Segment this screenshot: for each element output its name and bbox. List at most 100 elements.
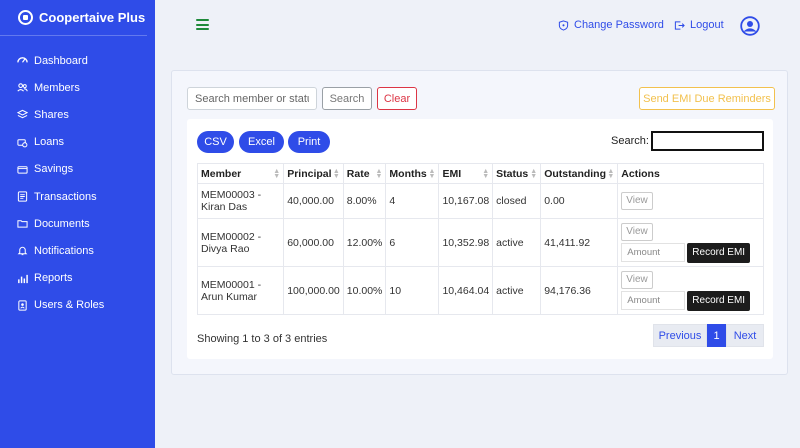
sidebar-item-members[interactable]: Members (0, 74, 155, 101)
column-header-months[interactable]: Months ▲ ▼ (385, 163, 440, 184)
cell-outstanding: 41,411.92 (540, 218, 619, 267)
column-header-rate[interactable]: Rate ▲ ▼ (342, 163, 387, 184)
emi-amount-input[interactable] (621, 243, 686, 262)
sidebar-item-label: Documents (34, 217, 90, 230)
cell-principal: 100,000.00 (283, 266, 344, 315)
view-button[interactable]: View (621, 222, 653, 241)
cell-emi: 10,352.98 (438, 218, 494, 267)
column-header-member[interactable]: Member ▲ ▼ (196, 163, 285, 184)
logout-link[interactable]: Logout (674, 19, 724, 31)
member-status-search-input[interactable] (187, 87, 317, 110)
sidebar-item-label: Savings (34, 163, 74, 176)
sidebar-item-label: Members (34, 81, 80, 94)
sidebar-item-reports[interactable]: Reports (0, 265, 155, 292)
shield-icon (558, 19, 569, 31)
cell-member: MEM00002 - Divya Rao (196, 218, 285, 267)
column-header-outstanding[interactable]: Outstanding ▲ ▼ (540, 163, 619, 184)
brand[interactable]: Coopertaive Plus (0, 0, 147, 36)
reports-icon (17, 273, 28, 284)
cell-rate: 12.00% (342, 218, 387, 267)
transactions-icon (17, 191, 28, 202)
shares-icon (17, 109, 28, 120)
entries-info: Showing 1 to 3 of 3 entries (197, 333, 328, 345)
brand-name: Coopertaive Plus (39, 10, 146, 25)
cell-months: 4 (385, 183, 440, 219)
loans-card: Search Clear Send EMI Due Reminders CSV … (171, 70, 788, 375)
table-row: MEM00003 - Kiran Das 40,000.00 8.00% 4 1… (196, 183, 764, 219)
previous-page-button[interactable]: Previous (653, 324, 707, 347)
sidebar-item-users-roles[interactable]: Users & Roles (0, 292, 155, 319)
column-header-emi[interactable]: EMI ▲ ▼ (438, 163, 494, 184)
page-1-button[interactable]: 1 (707, 324, 726, 347)
bell-icon (17, 245, 28, 256)
next-page-button[interactable]: Next (726, 324, 764, 347)
clear-button[interactable]: Clear (377, 87, 417, 110)
cell-actions: View Record EMI (617, 218, 764, 267)
cell-actions: View (617, 183, 764, 219)
view-button[interactable]: View (621, 270, 653, 289)
sidebar-item-label: Dashboard (34, 54, 88, 67)
documents-icon (17, 218, 28, 229)
sidebar-item-savings[interactable]: Savings (0, 156, 155, 183)
sidebar-item-loans[interactable]: Loans (0, 129, 155, 156)
table-header-row: Member ▲ ▼ Principal ▲ ▼ Rate ▲ ▼ Months ▲ ▼ EMI… (196, 163, 764, 184)
export-excel-button[interactable]: Excel (239, 131, 284, 153)
sidebar-item-label: Reports (34, 272, 73, 285)
dashboard-icon (17, 55, 28, 66)
table-row: MEM00001 - Arun Kumar 100,000.00 10.00% … (196, 266, 764, 315)
cell-member: MEM00001 - Arun Kumar (196, 266, 285, 315)
sidebar: Coopertaive Plus Dashboard Members Share… (0, 0, 155, 448)
print-button[interactable]: Print (288, 131, 330, 153)
table-row: MEM00002 - Divya Rao 60,000.00 12.00% 6 … (196, 218, 764, 267)
cell-outstanding: 94,176.36 (540, 266, 619, 315)
column-header-principal[interactable]: Principal ▲ ▼ (283, 163, 344, 184)
sidebar-item-documents[interactable]: Documents (0, 210, 155, 237)
cell-status: closed (492, 183, 542, 219)
menu-toggle-icon[interactable] (196, 19, 209, 30)
record-emi-button[interactable]: Record EMI (687, 242, 751, 263)
sidebar-item-transactions[interactable]: Transactions (0, 183, 155, 210)
user-avatar-icon[interactable] (740, 16, 760, 36)
cell-principal: 40,000.00 (283, 183, 344, 219)
column-header-actions: Actions (617, 163, 764, 184)
sidebar-item-dashboard[interactable]: Dashboard (0, 47, 155, 74)
cell-rate: 8.00% (342, 183, 387, 219)
sidebar-item-label: Shares (34, 108, 69, 121)
cell-member: MEM00003 - Kiran Das (196, 183, 285, 219)
sidebar-item-label: Users & Roles (34, 299, 105, 312)
sidebar-item-label: Loans (34, 136, 64, 149)
sidebar-item-shares[interactable]: Shares (0, 101, 155, 128)
table-search-input[interactable] (651, 131, 764, 151)
loans-icon (17, 137, 28, 148)
search-button[interactable]: Search (322, 87, 372, 110)
brand-logo-icon (18, 10, 33, 25)
cell-actions: View Record EMI (617, 266, 764, 315)
sidebar-item-label: Transactions (34, 190, 97, 203)
users-roles-icon (17, 300, 28, 311)
cell-emi: 10,167.08 (438, 183, 494, 219)
export-csv-button[interactable]: CSV (197, 131, 234, 153)
emi-amount-input[interactable] (621, 291, 686, 310)
cell-principal: 60,000.00 (283, 218, 344, 267)
record-emi-button[interactable]: Record EMI (687, 290, 751, 311)
loans-table: Member ▲ ▼ Principal ▲ ▼ Rate ▲ ▼ Months ▲ ▼ EMI… (196, 163, 764, 315)
table-search-label: Search: (611, 135, 649, 147)
change-password-label: Change Password (574, 19, 664, 31)
column-header-status[interactable]: Status ▲ ▼ (492, 163, 542, 184)
cell-emi: 10,464.04 (438, 266, 494, 315)
cell-rate: 10.00% (342, 266, 387, 315)
members-icon (17, 82, 28, 93)
send-emi-reminders-button[interactable]: Send EMI Due Reminders (639, 87, 775, 110)
loans-table-panel: CSV Excel Print Search: Member ▲ ▼ Princip… (187, 119, 773, 359)
cell-status: active (492, 266, 542, 315)
cell-outstanding: 0.00 (540, 183, 619, 219)
sidebar-item-notifications[interactable]: Notifications (0, 237, 155, 264)
view-button[interactable]: View (621, 192, 653, 210)
change-password-link[interactable]: Change Password (558, 19, 664, 31)
logout-icon (674, 20, 685, 30)
logout-label: Logout (690, 19, 724, 31)
savings-icon (17, 164, 28, 175)
sidebar-nav: Dashboard Members Shares Loans Savings T… (0, 36, 155, 319)
sidebar-item-label: Notifications (34, 244, 94, 257)
cell-status: active (492, 218, 542, 267)
